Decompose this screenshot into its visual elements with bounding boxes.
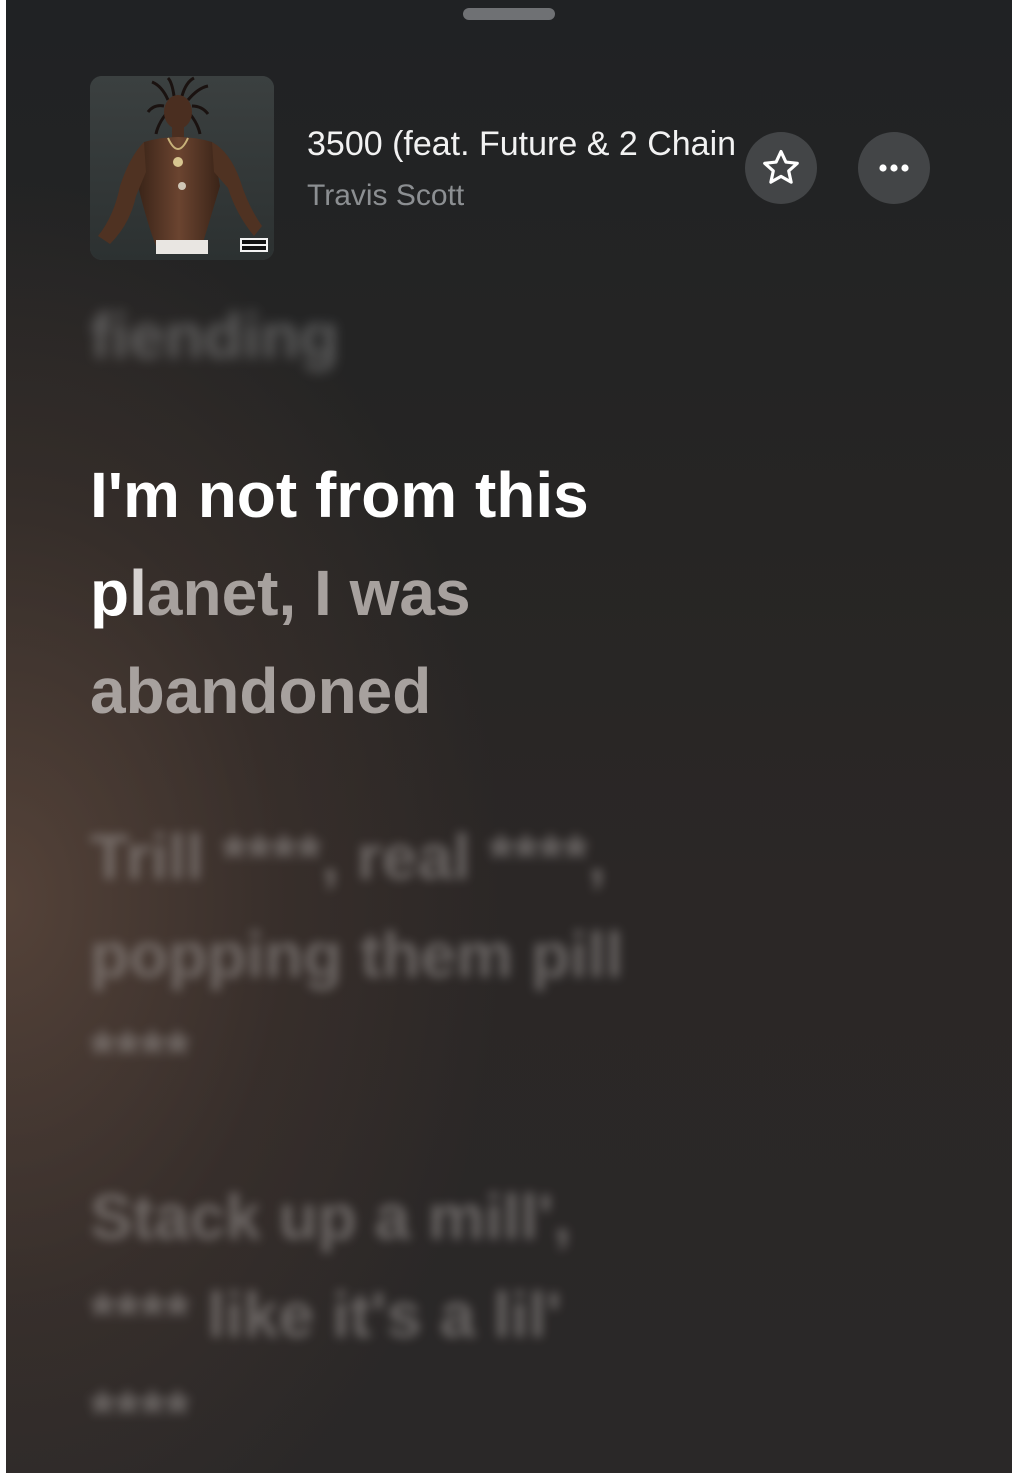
lyrics-screen: 3500 (feat. Future & 2 Chainz) Travis Sc…	[6, 0, 1012, 1473]
lyric-current-rest: anet, I was	[146, 557, 471, 629]
lyric-line-current[interactable]: I'm not from this	[90, 446, 589, 544]
track-artist[interactable]: Travis Scott	[307, 176, 464, 216]
lyric-current-line3: abandoned	[90, 655, 432, 727]
lyric-line-next-1b[interactable]: popping them pill	[90, 906, 623, 1004]
lyric-line-next-2c[interactable]: ****	[90, 1364, 190, 1462]
lyric-current-sung-partial: l	[129, 557, 147, 629]
lyric-line-next-1c[interactable]: ****	[90, 1004, 190, 1102]
lyric-line-previous[interactable]: fiending	[90, 287, 339, 385]
more-options-button[interactable]	[858, 132, 930, 204]
star-icon	[763, 149, 799, 184]
artwork-image	[90, 76, 274, 260]
lyric-line-next-2a[interactable]: Stack up a mill',	[90, 1168, 571, 1266]
now-playing-header: 3500 (feat. Future & 2 Chainz) Travis Sc…	[6, 0, 1012, 280]
ellipsis-icon	[879, 164, 909, 172]
lyric-line-current-2[interactable]: planet, I was	[90, 544, 471, 642]
lyric-line-next-2b[interactable]: **** like it's a lil'	[90, 1266, 562, 1364]
lyric-current-sung: p	[90, 557, 130, 629]
album-artwork[interactable]	[90, 76, 274, 260]
lyric-current-line1: I'm not from this	[90, 459, 589, 531]
track-title[interactable]: 3500 (feat. Future & 2 Chainz)	[307, 122, 735, 166]
lyric-line-next-1a[interactable]: Trill ****, real ****,	[90, 808, 606, 906]
favorite-button[interactable]	[745, 132, 817, 204]
